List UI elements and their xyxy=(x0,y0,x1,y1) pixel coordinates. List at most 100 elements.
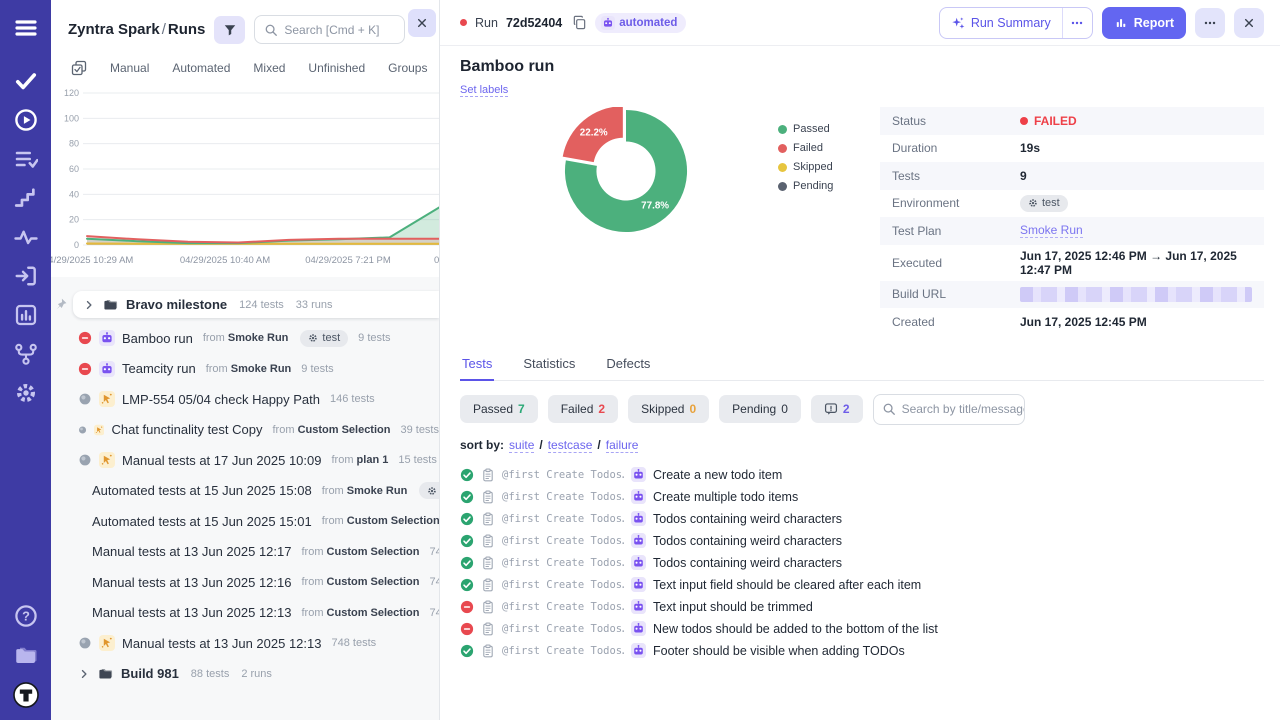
filter-pending[interactable]: Pending0 xyxy=(719,395,801,423)
reports-nav-icon[interactable] xyxy=(14,303,38,327)
automated-test-icon xyxy=(631,533,646,548)
run-summary-button[interactable]: Run Summary xyxy=(940,8,1062,38)
test-plans-nav-icon[interactable] xyxy=(14,147,38,171)
automated-test-icon xyxy=(631,511,646,526)
milestone-group-row[interactable]: Bravo milestone 124 tests 33 runs xyxy=(73,291,439,318)
filter-failed[interactable]: Failed2 xyxy=(548,395,618,423)
close-run-button[interactable] xyxy=(1234,8,1264,38)
close-panel-button[interactable] xyxy=(408,9,436,37)
run-list-item[interactable]: Automated tests at 15 Jun 2025 15:08 fro… xyxy=(51,476,439,507)
test-row[interactable]: @first Create Todos… Todos containing we… xyxy=(460,530,1264,552)
test-row[interactable]: @first Create Todos… Create a new todo i… xyxy=(460,464,1264,486)
test-row[interactable]: @first Create Todos… Todos containing we… xyxy=(460,552,1264,574)
test-row[interactable]: @first Create Todos… Text input field sh… xyxy=(460,574,1264,596)
filter-skipped[interactable]: Skipped0 xyxy=(628,395,709,423)
runs-nav-icon[interactable] xyxy=(14,108,38,132)
detail-row-duration: Duration 19s xyxy=(880,135,1264,163)
clipboard-icon xyxy=(481,578,495,592)
run-summary-split-button: Run Summary xyxy=(939,7,1093,39)
tests-search-input[interactable] xyxy=(902,402,1025,416)
runs-search[interactable] xyxy=(254,15,405,44)
app-sidebar xyxy=(0,0,51,720)
status-unfinished-icon xyxy=(78,453,92,467)
filter-button[interactable] xyxy=(214,16,245,44)
donut-legend: Passed Failed Skipped Pending xyxy=(778,123,833,235)
clipboard-icon xyxy=(481,622,495,636)
clipboard-icon xyxy=(481,600,495,614)
svg-text:40: 40 xyxy=(69,189,79,199)
milestone-tests-count: 124 tests xyxy=(239,299,284,311)
tests-search[interactable] xyxy=(873,394,1025,425)
run-detail-tabs: Tests Statistics Defects xyxy=(460,349,1264,381)
environment-badge: test xyxy=(419,482,439,499)
run-list-item[interactable]: Automated tests at 15 Jun 2025 15:01 fro… xyxy=(51,506,439,537)
legend-item[interactable]: Pending xyxy=(778,180,833,192)
copy-run-id-icon[interactable] xyxy=(572,15,587,30)
chevron-right-icon[interactable] xyxy=(78,668,90,680)
run-list-item[interactable]: Bamboo run from Smoke Run test 9 tests xyxy=(51,323,439,354)
test-row[interactable]: @first Create Todos… New todos should be… xyxy=(460,618,1264,640)
tab-mixed[interactable]: Mixed xyxy=(253,61,285,75)
sparkles-icon xyxy=(951,16,965,30)
run-summary-more-button[interactable] xyxy=(1062,8,1092,38)
test-results-list: @first Create Todos… Create a new todo i… xyxy=(460,464,1264,662)
help-icon[interactable] xyxy=(14,604,38,628)
sort-by-testcase[interactable]: testcase xyxy=(548,438,593,453)
projects-folder-icon[interactable] xyxy=(14,643,38,667)
set-labels-link[interactable]: Set labels xyxy=(460,84,508,97)
analytics-nav-icon[interactable] xyxy=(14,225,38,249)
tab-tests[interactable]: Tests xyxy=(460,349,494,381)
svg-text:100: 100 xyxy=(64,113,79,123)
tab-unfinished[interactable]: Unfinished xyxy=(308,61,365,75)
test-row[interactable]: @first Create Todos… Footer should be vi… xyxy=(460,640,1264,662)
tab-defects[interactable]: Defects xyxy=(604,349,652,380)
settings-nav-icon[interactable] xyxy=(14,381,38,405)
breadcrumb-project[interactable]: Zyntra Spark xyxy=(68,21,160,38)
test-row[interactable]: @first Create Todos… Text input should b… xyxy=(460,596,1264,618)
runs-search-input[interactable] xyxy=(284,23,395,37)
sort-by-failure[interactable]: failure xyxy=(606,438,639,453)
tab-groups[interactable]: Groups xyxy=(388,61,427,75)
test-passed-icon xyxy=(460,644,474,658)
app-logo[interactable] xyxy=(13,682,39,708)
menu-icon[interactable] xyxy=(14,16,38,40)
svg-text:77.8%: 77.8% xyxy=(641,201,669,212)
report-button[interactable]: Report xyxy=(1102,7,1186,39)
steps-nav-icon[interactable] xyxy=(14,186,38,210)
run-list-item[interactable]: Chat functinality test Copy from Custom … xyxy=(51,415,439,446)
svg-text:04/29/2025 7:21 PM: 04/29/2025 7:21 PM xyxy=(305,255,391,266)
run-list-item[interactable]: Manual tests at 13 Jun 2025 12:13 748 te… xyxy=(51,628,439,659)
clipboard-icon xyxy=(481,512,495,526)
tab-manual[interactable]: Manual xyxy=(110,61,149,75)
build-group-row[interactable]: Build 981 88 tests 2 runs xyxy=(51,659,439,689)
status-failed-icon xyxy=(78,331,92,345)
import-nav-icon[interactable] xyxy=(14,264,38,288)
tab-statistics[interactable]: Statistics xyxy=(521,349,577,380)
clipboard-icon xyxy=(481,468,495,482)
run-list-item[interactable]: Manual tests at 17 Jun 2025 10:09 from p… xyxy=(51,445,439,476)
select-all-icon[interactable] xyxy=(71,60,87,76)
legend-dot xyxy=(778,125,787,134)
legend-item[interactable]: Failed xyxy=(778,142,833,154)
run-list-item[interactable]: Manual tests at 13 Jun 2025 12:16 from C… xyxy=(51,567,439,598)
more-actions-button[interactable] xyxy=(1195,8,1225,38)
legend-item[interactable]: Skipped xyxy=(778,161,833,173)
test-row[interactable]: @first Create Todos… Todos containing we… xyxy=(460,508,1264,530)
tab-automated[interactable]: Automated xyxy=(172,61,230,75)
test-plan-link[interactable]: Smoke Run xyxy=(1020,223,1083,238)
filter-passed[interactable]: Passed7 xyxy=(460,395,538,423)
sort-by-suite[interactable]: suite xyxy=(509,438,534,453)
test-row[interactable]: @first Create Todos… Create multiple tod… xyxy=(460,486,1264,508)
run-list-item[interactable]: Manual tests at 13 Jun 2025 12:13 from C… xyxy=(51,598,439,629)
build-folder-title: Build 981 xyxy=(121,666,179,681)
run-list-item[interactable]: LMP-554 05/04 check Happy Path 146 tests xyxy=(51,384,439,415)
svg-text:22.2%: 22.2% xyxy=(580,127,608,138)
filter-comments[interactable]: 2 xyxy=(811,395,863,423)
tests-nav-icon[interactable] xyxy=(14,69,38,93)
run-list-item[interactable]: Teamcity run from Smoke Run 9 tests xyxy=(51,354,439,385)
run-list-item[interactable]: Manual tests at 13 Jun 2025 12:17 from C… xyxy=(51,537,439,568)
branches-nav-icon[interactable] xyxy=(14,342,38,366)
chevron-right-icon[interactable] xyxy=(83,299,95,311)
legend-item[interactable]: Passed xyxy=(778,123,833,135)
left-panel-header: Zyntra Spark/Runs xyxy=(51,0,439,54)
